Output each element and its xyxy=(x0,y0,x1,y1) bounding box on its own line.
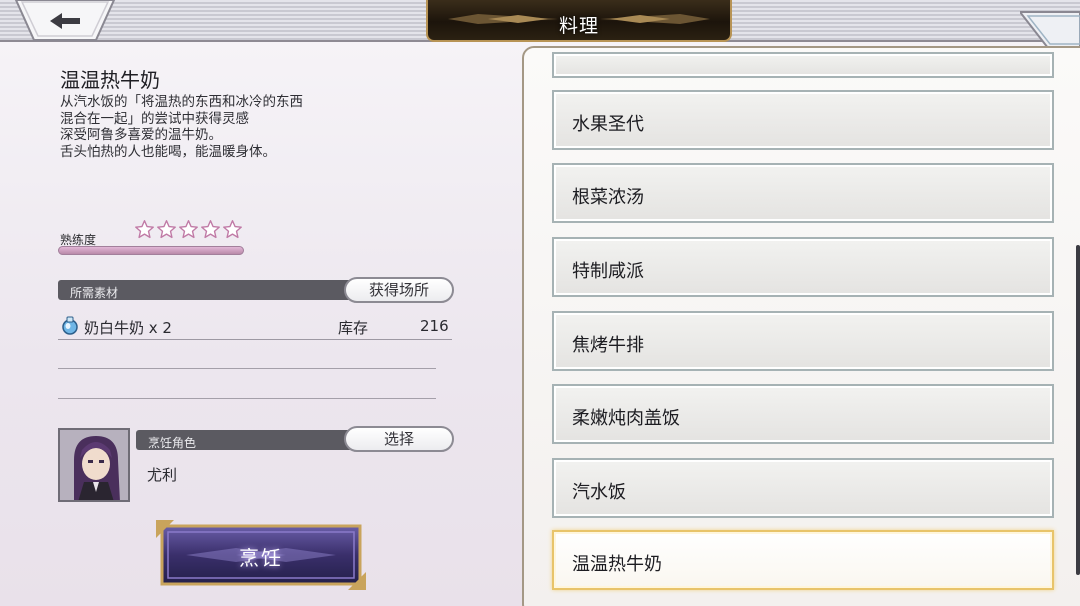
cook-button-label: 烹饪 xyxy=(239,546,283,570)
character-avatar-image xyxy=(60,430,128,500)
materials-section-header: 所需素材 xyxy=(58,280,358,300)
star-icon xyxy=(179,220,198,239)
star-icon xyxy=(157,220,176,239)
stock-label: 库存 xyxy=(338,319,369,337)
cooking-screen: 料理 温温热牛奶 从汽水饭的「将温热的东西和冰冷的东西 混合在一起」的尝试中获得… xyxy=(0,0,1080,606)
character-name: 尤利 xyxy=(147,466,178,484)
materials-section-label: 所需素材 xyxy=(70,286,119,300)
cook-character-header: 烹饪角色 xyxy=(136,430,358,450)
description-line: 深受阿鲁多喜爱的温牛奶。 xyxy=(60,127,222,143)
recipe-name: 特制咸派 xyxy=(572,261,644,282)
star-icon xyxy=(201,220,220,239)
milk-bottle-icon xyxy=(62,316,78,335)
recipe-list-scrollbar[interactable] xyxy=(1076,245,1080,575)
recipe-list-item[interactable]: 温温热牛奶 xyxy=(552,530,1054,590)
recipe-name: 汽水饭 xyxy=(572,482,626,503)
empty-material-divider xyxy=(58,398,436,399)
recipe-name: 根菜浓汤 xyxy=(572,187,644,208)
character-portrait[interactable] xyxy=(58,428,130,502)
cook-button[interactable]: 烹饪 xyxy=(156,520,366,590)
corner-tab-icon xyxy=(1017,11,1080,49)
cook-character-label: 烹饪角色 xyxy=(148,436,197,450)
obtain-location-button[interactable]: 获得场所 xyxy=(344,277,454,303)
title-plate: 料理 xyxy=(426,0,732,42)
star-icon xyxy=(223,220,242,239)
menu-corner-button[interactable] xyxy=(1017,0,1080,49)
recipe-list-item-partial[interactable] xyxy=(552,52,1054,78)
description-line: 混合在一起」的尝试中获得灵感 xyxy=(60,110,249,127)
back-arrow-icon xyxy=(14,0,116,41)
recipe-list-item[interactable]: 水果圣代 xyxy=(552,90,1054,150)
recipe-list-item[interactable]: 焦烤牛排 xyxy=(552,311,1054,371)
description-line: 从汽水饭的「将温热的东西和冰冷的东西 xyxy=(60,94,303,110)
recipe-name: 焦烤牛排 xyxy=(572,335,644,356)
recipe-name: 温温热牛奶 xyxy=(572,554,662,575)
material-row: 奶白牛奶 x 2 库存 216 xyxy=(58,313,452,340)
star-icon xyxy=(135,220,154,239)
proficiency-bar xyxy=(58,246,244,255)
recipe-name: 水果圣代 xyxy=(572,114,644,135)
description-line: 舌头怕热的人也能喝，能温暖身体。 xyxy=(60,143,276,160)
item-description: 从汽水饭的「将温热的东西和冰冷的东西 混合在一起」的尝试中获得灵感 深受阿鲁多喜… xyxy=(60,94,380,160)
proficiency-stars xyxy=(134,219,244,241)
select-character-button[interactable]: 选择 xyxy=(344,426,454,452)
recipe-list-item[interactable]: 汽水饭 xyxy=(552,458,1054,518)
item-name: 温温热牛奶 xyxy=(60,68,160,92)
recipe-list-item[interactable]: 根菜浓汤 xyxy=(552,163,1054,223)
recipe-list-item[interactable]: 特制咸派 xyxy=(552,237,1054,297)
empty-material-divider xyxy=(58,368,436,369)
title-ornament-right xyxy=(600,14,710,24)
back-button[interactable] xyxy=(10,0,120,42)
recipe-list-item[interactable]: 柔嫩炖肉盖饭 xyxy=(552,384,1054,444)
material-name: 奶白牛奶 x 2 xyxy=(84,319,172,337)
top-bar: 料理 xyxy=(0,0,1080,49)
recipe-name: 柔嫩炖肉盖饭 xyxy=(572,408,680,429)
stock-value: 216 xyxy=(420,317,449,335)
